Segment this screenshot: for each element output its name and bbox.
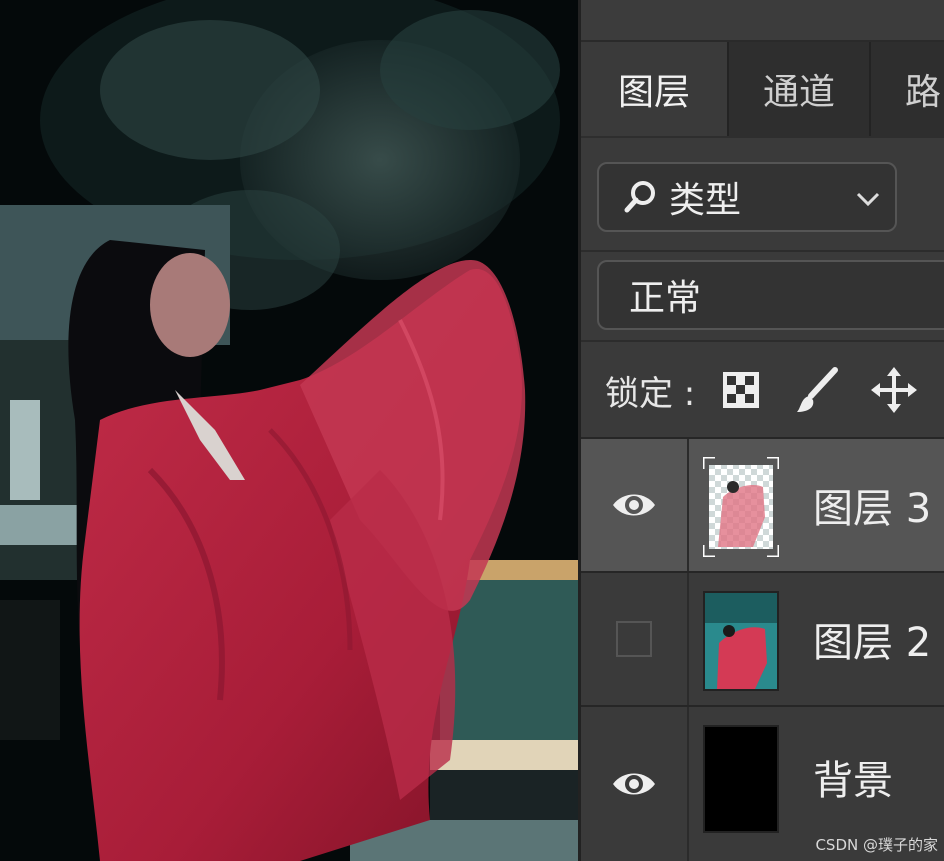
chevron-down-icon xyxy=(855,186,881,216)
lock-position-icon[interactable] xyxy=(871,367,918,413)
layer-visibility-toggle[interactable] xyxy=(581,573,689,705)
tab-paths-label: 路 xyxy=(905,72,942,113)
layer-visibility-toggle[interactable] xyxy=(581,707,689,861)
photo-woman-in-red-robe xyxy=(0,0,578,861)
tab-layers-label: 图层 xyxy=(617,72,690,113)
layer-name: 图层 2 xyxy=(813,620,932,666)
panel-tabs: 图层 通道 路 xyxy=(581,42,944,138)
layer-row-layer-2[interactable]: 图层 2 xyxy=(581,571,944,705)
image-canvas[interactable] xyxy=(0,0,578,861)
blend-mode-value: 正常 xyxy=(629,278,702,319)
layer-name: 图层 3 xyxy=(813,486,932,532)
watermark: CSDN @璞子的家 xyxy=(815,836,938,854)
layer-thumbnail-photo xyxy=(703,591,779,691)
tab-paths[interactable]: 路 xyxy=(871,42,944,136)
search-icon xyxy=(623,179,659,215)
lock-image-pixels-icon[interactable] xyxy=(795,366,839,414)
layer-visibility-toggle[interactable] xyxy=(581,439,689,571)
visibility-off-box xyxy=(616,621,652,657)
lock-label: 锁定 : xyxy=(605,373,696,414)
layers-panel: 图层 通道 路 类型 正常 锁定 : 图层 3 图层 2 背景 xyxy=(578,0,944,861)
layer-kind-filter-select[interactable]: 类型 xyxy=(597,162,897,232)
lock-row: 锁定 : xyxy=(581,340,944,438)
layer-thumbnail-black xyxy=(703,725,779,833)
tab-channels-label: 通道 xyxy=(762,72,835,113)
panel-top-strip xyxy=(581,0,944,42)
tab-layers[interactable]: 图层 xyxy=(581,42,727,136)
layer-name: 背景 xyxy=(813,758,893,804)
tab-channels[interactable]: 通道 xyxy=(729,42,869,136)
filter-kind-label: 类型 xyxy=(669,180,742,221)
lock-transparent-pixels-icon[interactable] xyxy=(721,370,761,410)
eye-icon xyxy=(611,489,657,521)
blend-mode-select[interactable]: 正常 xyxy=(597,260,944,330)
layer-filter-row: 类型 xyxy=(581,140,944,250)
layer-row-layer-3[interactable]: 图层 3 xyxy=(581,437,944,571)
layer-thumbnail-transparent-figure xyxy=(701,455,781,559)
eye-icon xyxy=(611,768,657,800)
blend-mode-row: 正常 xyxy=(581,250,944,342)
